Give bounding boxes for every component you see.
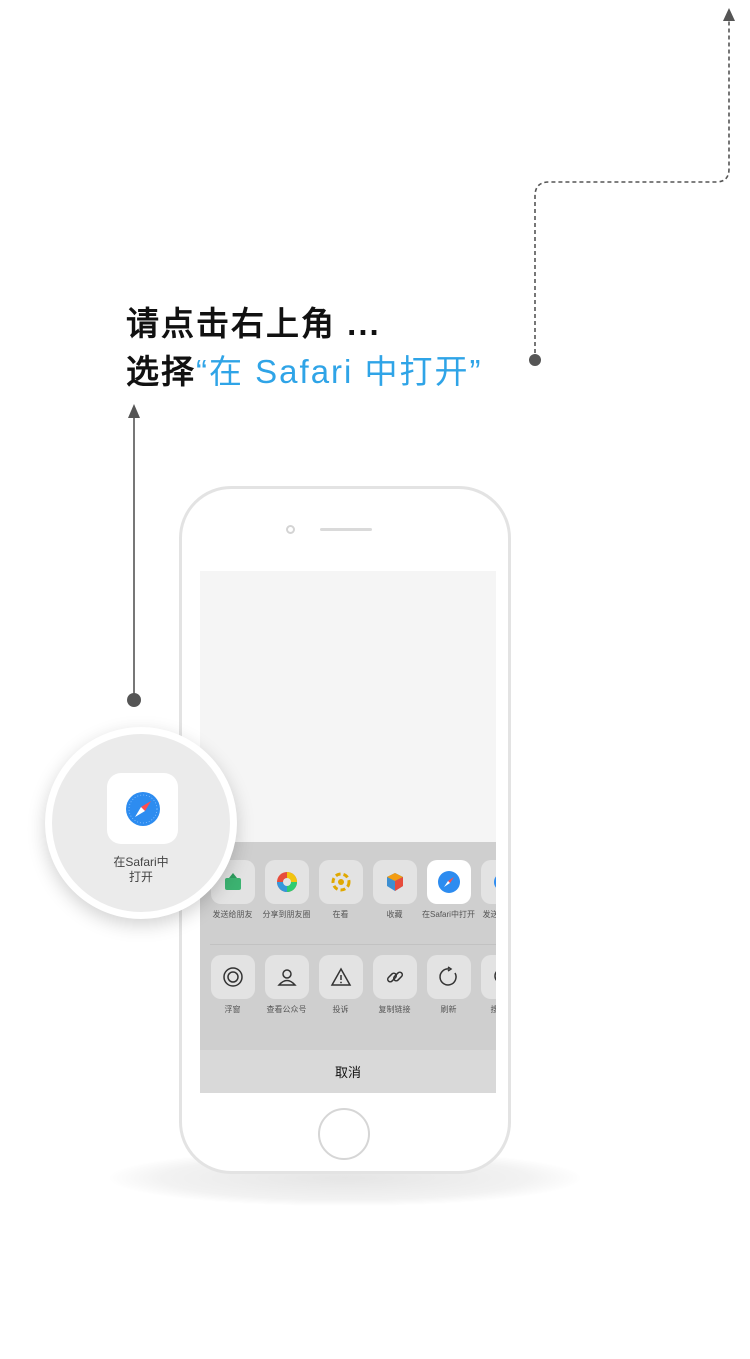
wow-icon (318, 860, 363, 904)
share-item-wow[interactable]: 在看 (318, 860, 363, 920)
instruction-highlight: “在 Safari 中打开” (196, 353, 483, 390)
share-sheet: 发送给朋友 分享到朋友圈 在看 收藏 在Safari中打开 发送 浮窗 查看公众… (200, 842, 496, 1093)
zoom-label-line-2: 打开 (128, 870, 153, 884)
arrow-up-icon (128, 404, 140, 418)
instruction-prefix: 选择 (126, 353, 196, 390)
share-label: 查看公众号 (266, 1005, 307, 1014)
share-label: 发送邮件的 (482, 910, 497, 919)
official-account-icon (264, 955, 309, 999)
instruction-line-2: 选择“在 Safari 中打开” (126, 348, 483, 396)
share-item-safari[interactable]: 在Safari中打开 (422, 860, 475, 920)
safari-icon (426, 860, 471, 904)
share-label: 搜索页 (490, 1005, 497, 1014)
share-label: 分享到朋友圈 (262, 910, 311, 919)
share-item-favorites[interactable]: 收藏 (372, 860, 417, 920)
phone-screen: 发送给朋友 分享到朋友圈 在看 收藏 在Safari中打开 发送 浮窗 查看公众… (200, 571, 496, 1093)
share-item-moments[interactable]: 分享到朋友圈 (263, 860, 311, 920)
share-label: 刷新 (440, 1005, 457, 1014)
share-item-official-account[interactable]: 查看公众号 (264, 955, 309, 1015)
camera-icon (286, 525, 295, 534)
favorites-icon (372, 860, 417, 904)
zoom-magnifier: 在Safari中 打开 (45, 727, 237, 919)
home-button[interactable] (318, 1108, 370, 1160)
refresh-icon (426, 955, 471, 999)
share-label: 在看 (332, 910, 349, 919)
share-label: 发送给朋友 (212, 910, 253, 919)
arrow-up-icon (723, 8, 735, 21)
share-item-copy-link[interactable]: 复制链接 (372, 955, 417, 1015)
float-window-icon (210, 955, 255, 999)
share-item-float-window[interactable]: 浮窗 (210, 955, 255, 1015)
zoom-label-line-1: 在Safari中 (113, 855, 169, 869)
share-row-1: 发送给朋友 分享到朋友圈 在看 收藏 在Safari中打开 发送 (210, 860, 496, 920)
share-item-mail[interactable]: 发送邮件的 (480, 860, 496, 920)
safari-icon[interactable] (107, 773, 178, 844)
share-label: 收藏 (386, 910, 403, 919)
instruction-text: 请点击右上角 ... 选择“在 Safari 中打开” (126, 300, 483, 396)
mail-icon (480, 860, 496, 904)
share-label: 浮窗 (224, 1005, 241, 1014)
share-item-complain[interactable]: 投诉 (318, 955, 363, 1015)
solid-line-end-dot (127, 693, 141, 707)
dashed-line-start-dot (529, 354, 541, 366)
speaker-grille (320, 528, 372, 531)
search-icon (480, 955, 496, 999)
share-label: 在Safari中打开 (422, 910, 475, 919)
instruction-line-1: 请点击右上角 ... (126, 305, 381, 342)
share-label: 投诉 (332, 1005, 349, 1014)
share-row-2: 浮窗 查看公众号 投诉 复制链接 刷新 搜 (210, 955, 496, 1015)
dashed-guide-line (534, 20, 730, 360)
warning-icon (318, 955, 363, 999)
link-icon (372, 955, 417, 999)
share-label: 复制链接 (378, 1005, 411, 1014)
share-item-refresh[interactable]: 刷新 (426, 955, 471, 1015)
share-item-search[interactable]: 搜索页 (480, 955, 496, 1015)
moments-icon (264, 860, 309, 904)
sheet-divider (210, 944, 496, 945)
cancel-button[interactable]: 取消 (200, 1050, 496, 1093)
